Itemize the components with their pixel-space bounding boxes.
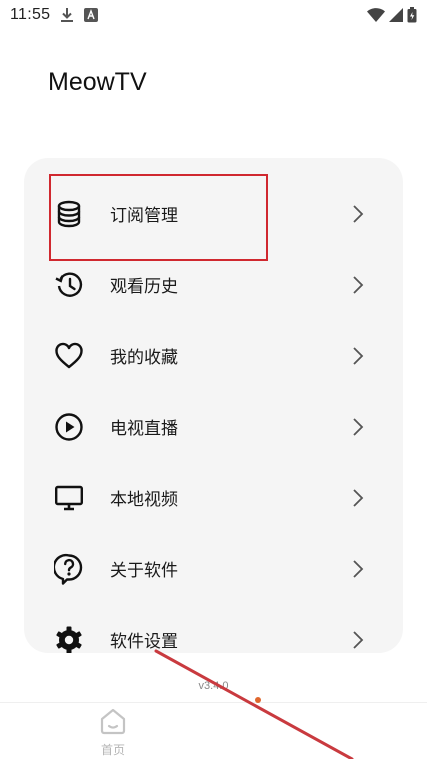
highlight-box [49,174,268,261]
menu-item-label: 我的收藏 [110,348,178,368]
play-circle-icon [52,410,86,444]
chevron-right-icon [350,628,366,652]
monitor-icon [52,481,86,515]
app-title: MeowTV [48,68,147,96]
menu-item-label: 软件设置 [110,632,178,652]
download-icon [60,7,74,23]
history-icon [52,268,86,302]
chevron-right-icon [350,344,366,368]
bottom-nav: 首页 [0,702,427,760]
chevron-right-icon [350,202,366,226]
chevron-right-icon [350,273,366,297]
status-right [367,7,417,23]
menu-item-label: 观看历史 [110,277,178,297]
wifi-icon [367,8,385,22]
gear-icon [52,623,86,653]
nav-home[interactable]: 首页 [92,707,134,757]
home-icon [98,707,128,739]
battery-icon [407,7,417,23]
menu-item-label: 电视直播 [110,419,178,439]
version-label: v3.4.0 [198,680,229,692]
menu-item-favorites[interactable]: 我的收藏 [24,320,403,391]
menu-item-local-video[interactable]: 本地视频 [24,462,403,533]
chevron-right-icon [350,415,366,439]
menu-item-label: 本地视频 [110,490,178,510]
menu-item-about[interactable]: 关于软件 [24,533,403,604]
chevron-right-icon [350,486,366,510]
status-bar: 11:55 [0,0,427,30]
status-time: 11:55 [10,6,51,23]
signal-icon [389,8,403,22]
heart-icon [52,339,86,373]
menu-item-settings[interactable]: 软件设置 [24,604,403,653]
chevron-right-icon [350,557,366,581]
nav-home-label: 首页 [100,743,125,757]
menu-item-live-tv[interactable]: 电视直播 [24,391,403,462]
status-left: 11:55 [10,6,99,24]
help-icon [52,552,86,586]
app-a-icon [84,8,99,22]
menu-item-label: 关于软件 [110,561,178,581]
